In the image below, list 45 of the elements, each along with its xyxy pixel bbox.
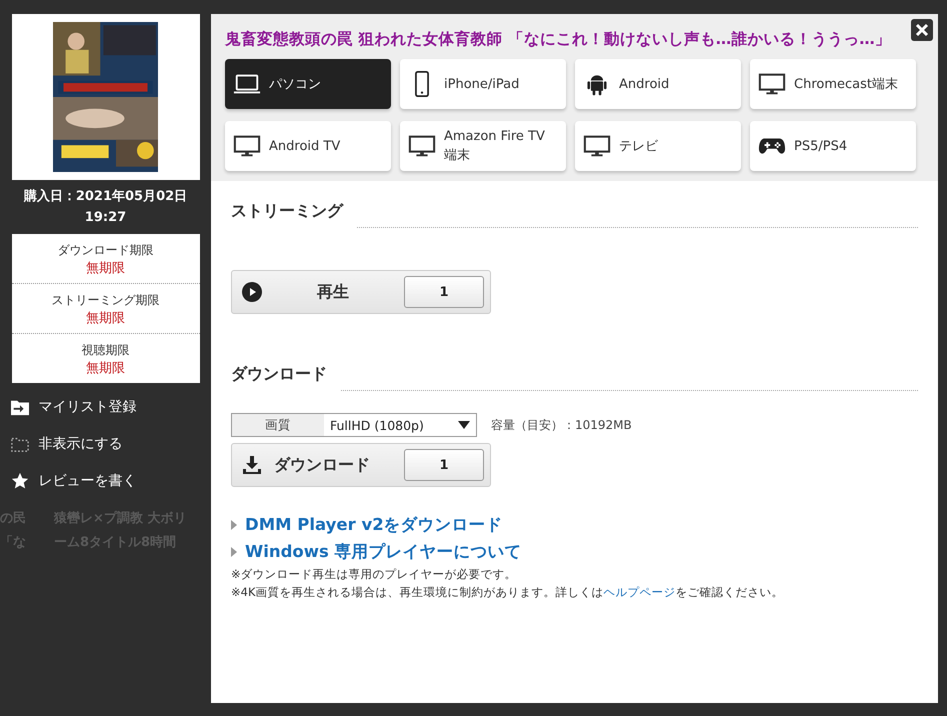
device-tab[interactable]: PS5/PS4 bbox=[750, 121, 916, 171]
count-button[interactable]: 1 bbox=[404, 449, 484, 481]
monitor-icon bbox=[233, 133, 261, 159]
device-tab[interactable]: iPhone/iPad bbox=[400, 59, 566, 109]
section-heading: ストリーミング bbox=[231, 201, 343, 222]
player-link[interactable]: Windows 専用プレイヤーについて bbox=[245, 540, 522, 563]
device-tab[interactable]: Amazon Fire TV 端末 bbox=[400, 121, 566, 171]
download-button[interactable]: ダウンロード bbox=[262, 454, 404, 476]
device-tab[interactable]: パソコン bbox=[225, 59, 391, 109]
monitor-icon bbox=[583, 133, 611, 159]
triangle-icon bbox=[231, 520, 237, 530]
period-value: 無期限 bbox=[85, 360, 126, 378]
period-label: 視聴期限 bbox=[80, 342, 130, 359]
folder-icon bbox=[10, 398, 28, 416]
quality-select[interactable]: 画質 FullHD (1080p) bbox=[231, 413, 477, 437]
caret-icon bbox=[458, 421, 470, 429]
period-value: 無期限 bbox=[85, 310, 126, 328]
monitor-icon bbox=[408, 133, 436, 159]
note-text: ※ダウンロード再生は専用のプレイヤーが必要です。 bbox=[231, 566, 518, 583]
count-button[interactable]: 1 bbox=[404, 276, 484, 308]
device-tab[interactable]: テレビ bbox=[575, 121, 741, 171]
file-size: 容量（目安）：10192MB bbox=[491, 416, 632, 434]
device-tab[interactable]: Android bbox=[575, 59, 741, 109]
dashed-folder-icon bbox=[10, 435, 28, 453]
triangle-icon bbox=[231, 546, 237, 556]
play-button[interactable]: 再生 bbox=[262, 280, 404, 304]
monitor-icon bbox=[758, 71, 786, 97]
period-label: ダウンロード期限 bbox=[56, 242, 154, 259]
sidebar-action-link[interactable]: マイリスト登録 bbox=[10, 393, 136, 421]
star-icon bbox=[10, 472, 28, 490]
note-text: ※4K画質を再生される場合は、再生環境に制約があります。詳しくはヘルプページ をご確認ください。 bbox=[231, 584, 784, 601]
product-title: 鬼畜変態教頭の罠 狙われた女体育教師 「なにこれ！動けないし声も…誰かいる！ううっ…」 bbox=[225, 29, 892, 50]
device-tab[interactable]: Android TV bbox=[225, 121, 391, 171]
play-icon bbox=[242, 282, 262, 302]
download-icon bbox=[242, 455, 262, 475]
close-icon[interactable] bbox=[911, 19, 933, 41]
player-link[interactable]: DMM Player v2をダウンロード bbox=[245, 513, 503, 536]
device-tab[interactable]: Chromecast端末 bbox=[750, 59, 916, 109]
purchase-date: 購入日：2021年05月02日 19:27 bbox=[22, 188, 188, 227]
sidebar-action-link[interactable]: レビューを書く bbox=[10, 467, 136, 495]
sidebar-action-link[interactable]: 非表示にする bbox=[10, 430, 122, 458]
period-label: ストリーミング期限 bbox=[50, 292, 160, 309]
section-heading: ダウンロード bbox=[231, 364, 327, 385]
help-link[interactable]: ヘルプページ bbox=[604, 585, 676, 599]
period-value: 無期限 bbox=[85, 260, 126, 278]
